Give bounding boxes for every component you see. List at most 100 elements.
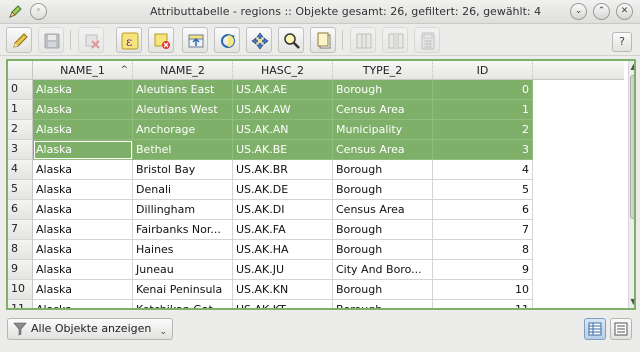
table-view-button[interactable] [584, 318, 606, 340]
table-cell-hasc-2[interactable]: US.AK.BE [233, 140, 333, 160]
table-cell-type-2[interactable]: Census Area [333, 200, 433, 220]
table-cell-name-1[interactable]: Alaska [33, 140, 133, 160]
table-cell-hasc-2[interactable]: US.AK.AN [233, 120, 333, 140]
table-cell-type-2[interactable]: Census Area [333, 100, 433, 120]
table-cell-type-2[interactable]: Municipality [333, 120, 433, 140]
row-number-header[interactable]: 10 [8, 280, 33, 300]
table-cell-hasc-2[interactable]: US.AK.KT [233, 300, 333, 308]
table-cell-hasc-2[interactable]: US.AK.JU [233, 260, 333, 280]
column-header-hasc-2[interactable]: HASC_2 [233, 61, 333, 80]
table-cell-name-1[interactable]: Alaska [33, 100, 133, 120]
table-row[interactable]: 1 Alaska Aleutians West US.AK.AW Census Area… [8, 100, 624, 120]
move-selection-to-top-button[interactable] [182, 27, 208, 53]
row-number-header[interactable]: 0 [8, 80, 33, 100]
table-cell-name-2[interactable]: Haines [133, 240, 233, 260]
table-cell-id[interactable]: 7 [433, 220, 533, 240]
table-cell-id[interactable]: 11 [433, 300, 533, 308]
table-cell-type-2[interactable]: Census Area [333, 140, 433, 160]
table-cell-name-2[interactable]: Aleutians West [133, 100, 233, 120]
row-number-header[interactable]: 7 [8, 220, 33, 240]
table-cell-hasc-2[interactable]: US.AK.DI [233, 200, 333, 220]
table-row[interactable]: 11 Alaska Ketchikan Gat... US.AK.KT Borough 1… [8, 300, 624, 308]
table-row[interactable]: 3 Alaska Bethel US.AK.BE Census Area 3 [8, 140, 624, 160]
table-cell-name-2[interactable]: Fairbanks Nor... [133, 220, 233, 240]
table-cell-name-2[interactable]: Ketchikan Gat... [133, 300, 233, 308]
attribute-table[interactable]: NAME_1 ^ NAME_2 HASC_2 TYPE_2 ID 0 Alaska… [6, 59, 636, 310]
close-button[interactable]: ✕ [616, 3, 633, 20]
table-cell-name-1[interactable]: Alaska [33, 240, 133, 260]
table-row[interactable]: 4 Alaska Bristol Bay US.AK.BR Borough 4 [8, 160, 624, 180]
copy-selected-rows-button[interactable] [310, 27, 336, 53]
table-cell-id[interactable]: 9 [433, 260, 533, 280]
maximize-button[interactable]: ⌃ [593, 3, 610, 20]
table-cell-name-2[interactable]: Anchorage [133, 120, 233, 140]
window-menu-button[interactable]: ◦ [30, 3, 47, 20]
table-row[interactable]: 7 Alaska Fairbanks Nor... US.AK.FA Borough 7 [8, 220, 624, 240]
delete-column-button[interactable] [382, 27, 408, 53]
table-cell-id[interactable]: 4 [433, 160, 533, 180]
table-cell-name-2[interactable]: Dillingham [133, 200, 233, 220]
table-cell-id[interactable]: 10 [433, 280, 533, 300]
table-cell-name-1[interactable]: Alaska [33, 180, 133, 200]
row-number-header[interactable]: 8 [8, 240, 33, 260]
table-cell-type-2[interactable]: Borough [333, 180, 433, 200]
scroll-down-arrow-icon[interactable]: ▼ [629, 296, 634, 308]
table-row[interactable]: 2 Alaska Anchorage US.AK.AN Municipality 2 [8, 120, 624, 140]
table-cell-hasc-2[interactable]: US.AK.BR [233, 160, 333, 180]
table-cell-type-2[interactable]: Borough [333, 280, 433, 300]
table-row[interactable]: 6 Alaska Dillingham US.AK.DI Census Area 6 [8, 200, 624, 220]
table-cell-name-2[interactable]: Juneau [133, 260, 233, 280]
row-number-header[interactable]: 9 [8, 260, 33, 280]
help-button[interactable]: ? [612, 32, 632, 52]
table-cell-name-1[interactable]: Alaska [33, 120, 133, 140]
form-view-button[interactable] [610, 318, 632, 340]
table-cell-name-2[interactable]: Kenai Peninsula [133, 280, 233, 300]
table-row[interactable]: 5 Alaska Denali US.AK.DE Borough 5 [8, 180, 624, 200]
column-header-id[interactable]: ID [433, 61, 533, 80]
table-row[interactable]: 10 Alaska Kenai Peninsula US.AK.KN Borough 10 [8, 280, 624, 300]
table-cell-name-2[interactable]: Bristol Bay [133, 160, 233, 180]
table-cell-type-2[interactable]: Borough [333, 80, 433, 100]
table-cell-type-2[interactable]: Borough [333, 300, 433, 308]
table-cell-name-1[interactable]: Alaska [33, 220, 133, 240]
delete-selected-button[interactable] [78, 27, 104, 53]
table-cell-name-1[interactable]: Alaska [33, 300, 133, 308]
table-cell-id[interactable]: 8 [433, 240, 533, 260]
table-cell-name-1[interactable]: Alaska [33, 160, 133, 180]
row-number-header[interactable]: 5 [8, 180, 33, 200]
filter-dropdown-button[interactable]: Alle Objekte anzeigen ⌄ [7, 318, 173, 340]
table-cell-type-2[interactable]: Borough [333, 240, 433, 260]
field-calculator-button[interactable] [414, 27, 440, 53]
table-cell-name-1[interactable]: Alaska [33, 280, 133, 300]
toggle-editing-button[interactable] [6, 27, 32, 53]
table-row[interactable]: 9 Alaska Juneau US.AK.JU City And Boro... 9 [8, 260, 624, 280]
save-edits-button[interactable] [38, 27, 64, 53]
scroll-up-arrow-icon[interactable]: ▲ [629, 61, 634, 73]
table-cell-name-1[interactable]: Alaska [33, 80, 133, 100]
add-column-button[interactable] [350, 27, 376, 53]
deselect-all-button[interactable] [148, 27, 174, 53]
table-cell-name-1[interactable]: Alaska [33, 200, 133, 220]
table-cell-type-2[interactable]: Borough [333, 160, 433, 180]
row-number-header[interactable]: 11 [8, 300, 33, 308]
table-cell-hasc-2[interactable]: US.AK.DE [233, 180, 333, 200]
table-cell-id[interactable]: 6 [433, 200, 533, 220]
table-cell-type-2[interactable]: City And Boro... [333, 260, 433, 280]
table-cell-id[interactable]: 2 [433, 120, 533, 140]
table-cell-hasc-2[interactable]: US.AK.AE [233, 80, 333, 100]
row-number-header[interactable]: 2 [8, 120, 33, 140]
minimize-button[interactable]: ⌄ [570, 3, 587, 20]
header-corner[interactable] [8, 61, 33, 80]
zoom-to-selection-button[interactable] [278, 27, 304, 53]
table-cell-hasc-2[interactable]: US.AK.FA [233, 220, 333, 240]
table-row[interactable]: 0 Alaska Aleutians East US.AK.AE Borough 0 [8, 80, 624, 100]
scrollbar-thumb[interactable] [630, 75, 634, 219]
table-cell-id[interactable]: 5 [433, 180, 533, 200]
table-cell-name-1[interactable]: Alaska [33, 260, 133, 280]
table-cell-hasc-2[interactable]: US.AK.AW [233, 100, 333, 120]
table-cell-name-2[interactable]: Aleutians East [133, 80, 233, 100]
row-number-header[interactable]: 6 [8, 200, 33, 220]
table-cell-hasc-2[interactable]: US.AK.HA [233, 240, 333, 260]
table-cell-id[interactable]: 3 [433, 140, 533, 160]
table-cell-id[interactable]: 1 [433, 100, 533, 120]
